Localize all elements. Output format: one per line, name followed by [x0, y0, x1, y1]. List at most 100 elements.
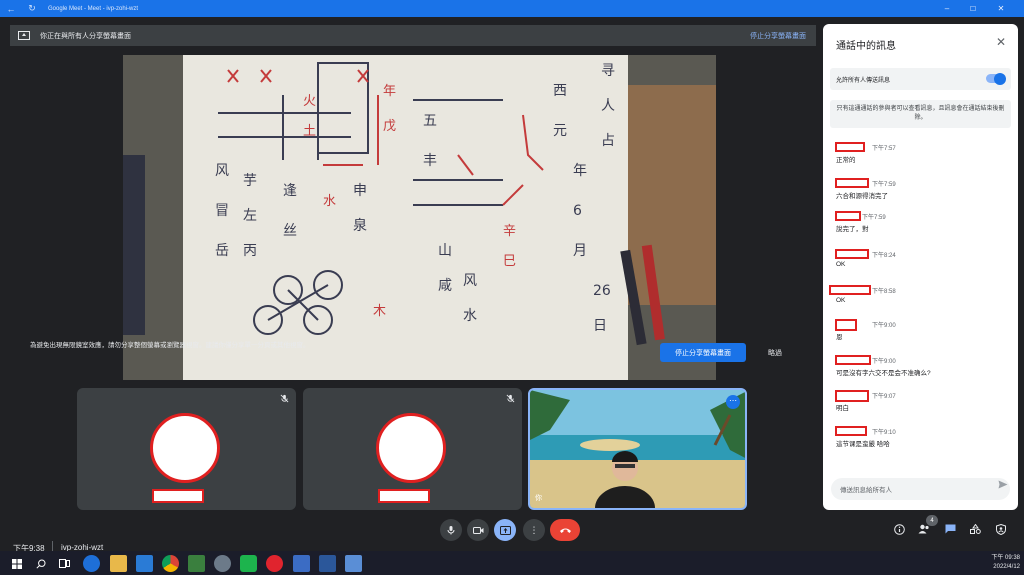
message-text: 六合和源得消完了: [836, 193, 888, 200]
message-text: 說完了，對: [836, 226, 869, 233]
reload-icon[interactable]: ↻: [22, 3, 42, 14]
start-icon[interactable]: [8, 555, 25, 572]
participant-name-redacted: [152, 489, 204, 503]
message-time: 下午7:59: [872, 182, 896, 188]
participant-tile[interactable]: [77, 388, 296, 510]
sharing-status-text: 你正在與所有人分享螢幕畫面: [40, 32, 131, 40]
svg-text:西: 西: [553, 83, 567, 99]
search-icon[interactable]: [32, 555, 49, 572]
message-time: 下午8:24: [872, 253, 896, 259]
back-arrow-icon[interactable]: ←: [0, 4, 22, 14]
svg-text:26: 26: [593, 283, 611, 299]
message-time: 下午9:07: [872, 394, 896, 400]
allow-messages-setting: 允許所有人傳送訊息: [830, 68, 1011, 90]
task-view-icon[interactable]: [56, 555, 73, 572]
svg-text:土: 土: [303, 124, 316, 139]
sender-name-redacted: [835, 178, 869, 188]
svg-text:火: 火: [303, 94, 316, 109]
message-input[interactable]: 傳送訊息給所有人: [831, 478, 1010, 500]
svg-text:年: 年: [383, 84, 396, 99]
app-icon[interactable]: [188, 555, 205, 572]
message-time: 下午9:00: [872, 323, 896, 329]
mail-icon[interactable]: [136, 555, 153, 572]
message-text: 正常的: [836, 157, 856, 164]
close-icon[interactable]: ✕: [996, 35, 1006, 49]
line-chat-icon[interactable]: [240, 555, 257, 572]
ignore-button[interactable]: 略過: [768, 348, 782, 358]
avatar: [376, 413, 446, 483]
svg-text:山: 山: [438, 243, 452, 259]
message-text: 恩: [836, 334, 843, 341]
svg-text:戊: 戊: [383, 119, 396, 134]
camera-button[interactable]: [467, 519, 489, 541]
word-icon[interactable]: [319, 555, 336, 572]
message-time: 下午7:57: [872, 146, 896, 152]
edge-browser-icon[interactable]: [83, 555, 100, 572]
svg-text:寻: 寻: [601, 63, 615, 79]
avatar: [150, 413, 220, 483]
more-vert-icon: ⋮: [529, 524, 539, 535]
sender-name-redacted: [835, 211, 861, 221]
svg-text:月: 月: [573, 243, 587, 259]
svg-text:风: 风: [463, 273, 477, 289]
windows-taskbar: 下午 09:38 2022/4/12: [0, 551, 1024, 575]
file-explorer-icon[interactable]: [110, 555, 127, 572]
chrome-icon[interactable]: [162, 555, 179, 572]
close-window-button[interactable]: ✕: [988, 0, 1014, 17]
mic-muted-icon: [506, 394, 515, 405]
allow-messages-label: 允許所有人傳送訊息: [836, 77, 891, 84]
chat-panel: 通話中的訊息 ✕ 允許所有人傳送訊息 只有這通通話的參與者可以查看訊息，且訊息會…: [823, 24, 1018, 510]
activities-icon[interactable]: [966, 520, 984, 538]
microphone-button[interactable]: [440, 519, 462, 541]
hangup-icon: [559, 528, 571, 533]
allow-messages-toggle[interactable]: [986, 72, 1006, 85]
svg-text:日: 日: [593, 318, 607, 334]
stop-sharing-button[interactable]: 停止分享螢幕畫面: [660, 343, 746, 362]
sharing-banner: 你正在與所有人分享螢幕畫面 停止分享螢幕畫面: [10, 25, 816, 46]
svg-text:岳: 岳: [215, 243, 229, 259]
svg-text:6: 6: [573, 203, 582, 219]
message-text: 明白: [836, 405, 849, 412]
self-label: 你: [535, 495, 542, 502]
leave-call-button[interactable]: [550, 519, 580, 541]
message-time: 下午9:10: [872, 430, 896, 436]
participant-name-redacted: [378, 489, 430, 503]
svg-text:左: 左: [243, 208, 257, 224]
svg-text:辛: 辛: [503, 224, 516, 239]
meeting-details-icon[interactable]: [890, 520, 908, 538]
svg-text:逢: 逢: [283, 183, 297, 199]
window-title: Google Meet - Meet - ivp-zohi-wzt: [48, 5, 139, 12]
message-time: 下午7:59: [862, 215, 886, 221]
maximize-button[interactable]: ☐: [960, 0, 986, 17]
stop-sharing-link[interactable]: 停止分享螢幕畫面: [750, 31, 806, 41]
self-view-tile[interactable]: ⋯ 你: [528, 388, 747, 510]
clock-time: 下午 09:38: [991, 555, 1020, 561]
whiteboard-image: 风冒岳 芋左丙 逢丝 申泉 五丰 山咸 西元 年6月 寻人占 26日 风水 火土…: [123, 55, 716, 380]
sender-name-redacted: [835, 142, 865, 152]
meet-app-icon[interactable]: [293, 555, 310, 572]
present-now-button[interactable]: [494, 519, 516, 541]
shared-screen-preview: 风冒岳 芋左丙 逢丝 申泉 五丰 山咸 西元 年6月 寻人占 26 日 风水 火土…: [123, 55, 716, 380]
svg-text:木: 木: [373, 304, 386, 319]
svg-text:风: 风: [215, 163, 229, 179]
participant-tile[interactable]: [303, 388, 522, 510]
svg-text:巳: 巳: [503, 254, 516, 269]
camera-feed-image: [530, 390, 745, 508]
svg-text:占: 占: [601, 133, 615, 149]
photos-icon[interactable]: [345, 555, 362, 572]
svg-text:人: 人: [601, 98, 615, 114]
send-icon[interactable]: [998, 480, 1008, 491]
mirror-warning-text: 為避免出現無限鏡室效應，請勿分享整個螢幕或瀏覽器視窗。建議你僅分享單一分頁或其他…: [30, 342, 310, 349]
app-icon[interactable]: [214, 555, 231, 572]
chat-icon[interactable]: [941, 520, 959, 538]
system-clock[interactable]: 下午 09:38 2022/4/12: [991, 554, 1020, 571]
svg-text:水: 水: [323, 194, 336, 209]
message-text: OK: [836, 261, 846, 268]
more-options-icon[interactable]: ⋯: [726, 395, 740, 409]
minimize-button[interactable]: –: [934, 0, 960, 17]
sender-name-redacted: [835, 249, 869, 259]
host-controls-icon[interactable]: [992, 520, 1010, 538]
more-options-button[interactable]: ⋮: [523, 519, 545, 541]
sender-name-redacted: [835, 390, 869, 402]
app-icon[interactable]: [266, 555, 283, 572]
